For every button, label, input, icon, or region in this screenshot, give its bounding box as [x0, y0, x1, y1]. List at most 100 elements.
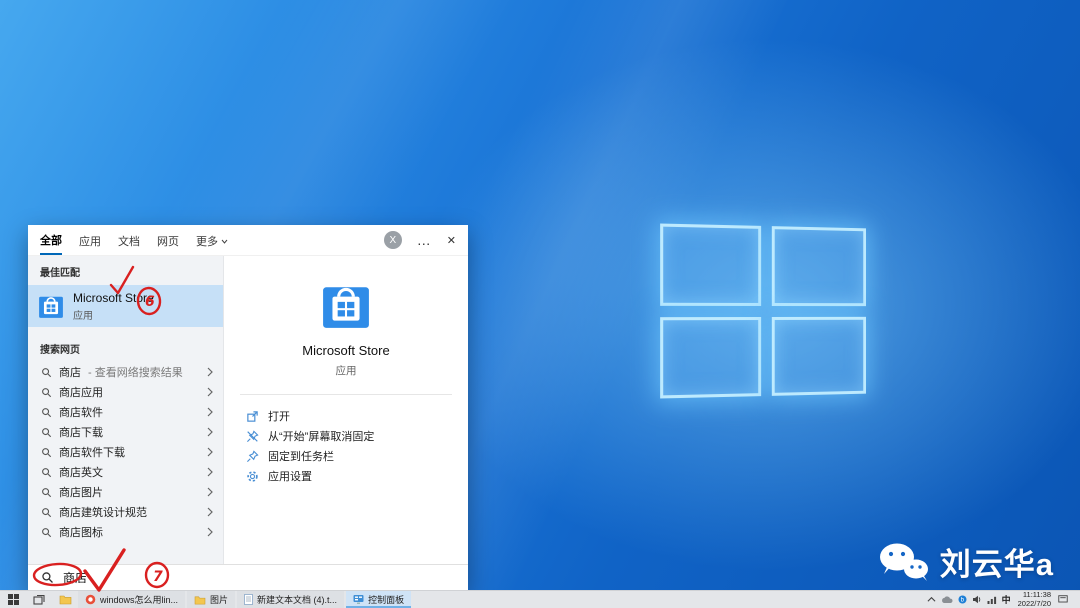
tab-all[interactable]: 全部 — [40, 225, 62, 255]
web-search-item[interactable]: 商店图片 — [28, 482, 223, 502]
web-search-item[interactable]: 商店软件下载 — [28, 442, 223, 462]
watermark-name: 刘云华a — [939, 547, 1054, 582]
task-view-button[interactable] — [26, 591, 52, 608]
web-search-item[interactable]: 商店应用 — [28, 382, 223, 402]
chevron-right-icon[interactable] — [207, 527, 213, 537]
bluetooth-icon[interactable]: b — [958, 595, 967, 604]
web-search-text: 商店下载 — [59, 427, 103, 439]
best-match-item[interactable]: Microsoft Store 应用 — [28, 285, 223, 327]
tab-apps[interactable]: 应用 — [79, 225, 101, 255]
clear-search-button[interactable]: X — [383, 231, 402, 249]
web-search-text: 商店英文 — [59, 467, 103, 479]
tab-web[interactable]: 网页 — [157, 225, 179, 255]
search-icon — [41, 527, 52, 538]
onedrive-cloud-icon[interactable] — [941, 595, 953, 604]
web-search-suffix: - 查看网络搜索结果 — [88, 367, 183, 379]
speaker-icon[interactable] — [972, 595, 982, 604]
taskbar-clock[interactable]: 11:11:38 2022/7/20 — [1016, 590, 1053, 608]
preview-title: Microsoft Store — [302, 343, 390, 358]
web-search-text: 商店建筑设计规范 — [59, 507, 147, 519]
windows-logo-pane — [771, 226, 867, 306]
windows-logo — [660, 223, 867, 399]
notepad-icon — [244, 594, 253, 605]
web-search-item[interactable]: 商店 - 查看网络搜索结果 — [28, 362, 223, 382]
preview-pane: Microsoft Store 应用 打开 从“开始”屏幕取消固定 固定到任务栏… — [224, 256, 468, 564]
search-icon — [41, 571, 54, 584]
web-search-item[interactable]: 商店建筑设计规范 — [28, 502, 223, 522]
taskbar-app-textfile[interactable]: 新建文本文档 (4).t... — [237, 591, 345, 608]
search-results-column: 最佳匹配 Microsoft Store 应用 搜索网页 商店 - 查看网络搜索… — [28, 256, 224, 564]
start-button[interactable] — [0, 591, 26, 608]
unpin-from-start-action[interactable]: 从“开始”屏幕取消固定 — [246, 426, 446, 446]
search-icon — [41, 507, 52, 518]
unpin-icon — [246, 429, 259, 443]
web-search-text: 商店软件 — [59, 407, 103, 419]
chevron-right-icon[interactable] — [207, 407, 213, 417]
search-tabs: 全部 应用 文档 网页 更多 — [40, 225, 228, 255]
search-body: 最佳匹配 Microsoft Store 应用 搜索网页 商店 - 查看网络搜索… — [28, 256, 468, 564]
web-search-item[interactable]: 商店英文 — [28, 462, 223, 482]
search-input[interactable]: 商店 — [28, 564, 468, 590]
chevron-right-icon[interactable] — [207, 447, 213, 457]
chevron-right-icon[interactable] — [207, 427, 213, 437]
taskbar-app-windows-doc[interactable]: windows怎么用lin... — [78, 591, 186, 608]
tab-more[interactable]: 更多 — [196, 225, 228, 255]
search-header-buttons: X … ✕ — [383, 231, 456, 249]
preview-divider — [239, 394, 453, 395]
taskbar: windows怎么用lin... 图片 新建文本文档 (4).t... 控制面板… — [0, 590, 1080, 608]
open-action[interactable]: 打开 — [246, 406, 446, 426]
control-panel-icon — [353, 594, 364, 605]
web-search-text: 商店应用 — [59, 387, 103, 399]
web-search-text: 商店 — [59, 367, 81, 379]
web-search-item[interactable]: 商店软件 — [28, 402, 223, 422]
web-search-text: 商店图片 — [59, 487, 103, 499]
input-language-indicator[interactable]: 中 — [1002, 593, 1011, 606]
search-icon — [41, 367, 52, 378]
chevron-down-icon — [221, 239, 228, 244]
search-icon — [41, 487, 52, 498]
chevron-right-icon[interactable] — [207, 367, 213, 377]
more-options-button[interactable]: … — [417, 232, 432, 248]
search-icon — [41, 467, 52, 478]
pin-to-taskbar-action[interactable]: 固定到任务栏 — [246, 446, 446, 466]
search-icon — [41, 447, 52, 458]
search-web-label: 搜索网页 — [40, 345, 80, 356]
gear-icon — [246, 470, 259, 483]
chevron-right-icon[interactable] — [207, 467, 213, 477]
best-match-title: Microsoft Store — [73, 290, 154, 305]
taskbar-app-pictures[interactable]: 图片 — [187, 591, 236, 608]
desktop: { "search_panel": { "tabs": { "all": "全部… — [0, 0, 1080, 608]
windows-logo-pane — [660, 223, 761, 306]
search-header: 全部 应用 文档 网页 更多 X … ✕ — [28, 225, 468, 256]
app-settings-action[interactable]: 应用设置 — [246, 466, 446, 486]
search-icon — [41, 387, 52, 398]
search-web-section: 搜索网页 商店 - 查看网络搜索结果 商店应用 商店软件 商店下载 商店软件下载… — [28, 333, 223, 542]
action-center-icon[interactable] — [1058, 595, 1068, 604]
folder-icon — [194, 595, 206, 605]
web-search-list: 商店 - 查看网络搜索结果 商店应用 商店软件 商店下载 商店软件下载 商店英文… — [28, 362, 223, 542]
chevron-right-icon[interactable] — [207, 487, 213, 497]
microsoft-store-icon — [38, 293, 64, 319]
preview-actions: 打开 从“开始”屏幕取消固定 固定到任务栏 应用设置 — [224, 406, 468, 486]
search-query-text: 商店 — [63, 571, 88, 585]
search-icon — [41, 407, 52, 418]
microsoft-store-icon-large — [321, 280, 371, 330]
search-flyout: 全部 应用 文档 网页 更多 X … ✕ 最佳匹配 Microsoft Stor… — [28, 225, 468, 590]
web-search-item[interactable]: 商店图标 — [28, 522, 223, 542]
preview-subtitle: 应用 — [335, 365, 357, 377]
network-icon[interactable] — [987, 596, 997, 604]
chevron-right-icon[interactable] — [207, 387, 213, 397]
hidden-icons-chevron-icon[interactable] — [927, 596, 936, 603]
tab-documents[interactable]: 文档 — [118, 225, 140, 255]
taskbar-app-control-panel[interactable]: 控制面板 — [346, 591, 412, 608]
pin-icon — [246, 449, 259, 463]
web-search-item[interactable]: 商店下载 — [28, 422, 223, 442]
best-match-label: 最佳匹配 — [40, 268, 80, 279]
best-match-subtitle: 应用 — [73, 310, 93, 322]
web-search-text: 商店软件下载 — [59, 447, 125, 459]
close-search-button[interactable]: ✕ — [447, 234, 456, 247]
system-tray: b 中 11:11:38 2022/7/20 — [924, 590, 1080, 608]
chevron-right-icon[interactable] — [207, 507, 213, 517]
windows-logo-pane — [771, 316, 867, 396]
file-explorer-button[interactable] — [52, 591, 78, 608]
